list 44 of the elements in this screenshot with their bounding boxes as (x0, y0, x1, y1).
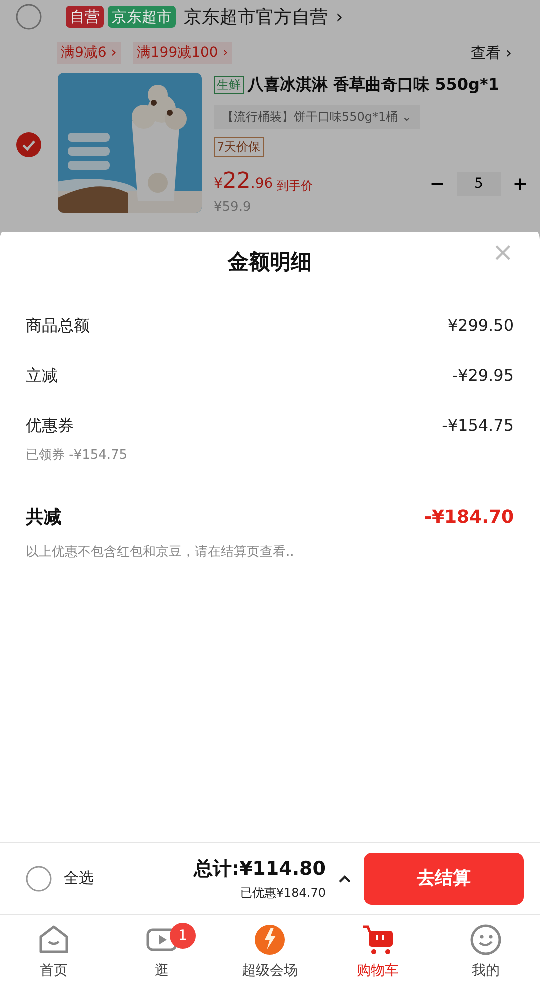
cart-icon (361, 924, 395, 956)
checkout-button[interactable]: 去结算 (364, 852, 524, 904)
detail-label: 商品总额 (26, 315, 90, 337)
nav-tab[interactable]: 购物车 (324, 915, 432, 990)
checkbox[interactable] (16, 132, 42, 158)
chevron-up-icon[interactable] (338, 874, 352, 884)
nav-tab[interactable]: 超级会场 (216, 915, 324, 990)
detail-value: ¥299.50 (448, 315, 514, 337)
view-link[interactable]: 查看 › (471, 42, 512, 64)
detail-sub-text: 已领券 -¥154.75 (26, 447, 129, 465)
total-label: 共减 (26, 506, 62, 530)
product-title[interactable]: 八喜冰淇淋 香草曲奇口味 550g*1 (248, 72, 500, 96)
nav-tab[interactable]: 逛 1 (108, 915, 216, 990)
variant-selector[interactable]: 【流行桶装】饼干口味550g*1桶 ⌄ (214, 104, 420, 128)
detail-label: 立减 (26, 365, 58, 387)
decrease-button[interactable]: − (430, 170, 445, 198)
saved-amount: 已优惠¥184.70 (240, 884, 326, 902)
checkbox[interactable] (26, 866, 52, 892)
increase-button[interactable]: + (512, 170, 528, 198)
checkbox[interactable] (16, 4, 42, 30)
original-price: ¥59.9 (214, 198, 252, 216)
store-tag: 自营 (66, 6, 104, 28)
price-guarantee-tag: 7天价保 (214, 136, 264, 156)
nav-tab[interactable]: 首页 (0, 915, 108, 990)
total-price: 总计:¥114.80 (194, 857, 326, 882)
price-note: 到手价 (277, 178, 314, 194)
store-name[interactable]: 京东超市官方自营 (184, 4, 328, 30)
home-icon (38, 925, 70, 955)
detail-label: 优惠券 (26, 415, 74, 437)
fresh-tag: 生鲜 (214, 76, 244, 94)
sheet-title: 金额明细 (228, 249, 312, 276)
detail-value: -¥29.95 (452, 365, 514, 387)
store-tag: 京东超市 (108, 6, 176, 28)
quantity-field[interactable]: 5 (456, 172, 501, 196)
detail-value: -¥154.75 (442, 415, 514, 437)
nav-tab[interactable]: 我的 (432, 915, 540, 990)
note-text: 以上优惠不包含红包和京豆，请在结算页查看.. (26, 544, 296, 562)
lightning-badge-icon (254, 924, 286, 956)
notification-badge: 1 (170, 923, 196, 949)
total-discount: -¥184.70 (424, 506, 514, 530)
store-arrow[interactable]: › (336, 4, 344, 30)
select-all-label[interactable]: 全选 (64, 867, 94, 890)
price: ¥22.96 (214, 168, 274, 196)
smiley-icon (470, 924, 502, 956)
